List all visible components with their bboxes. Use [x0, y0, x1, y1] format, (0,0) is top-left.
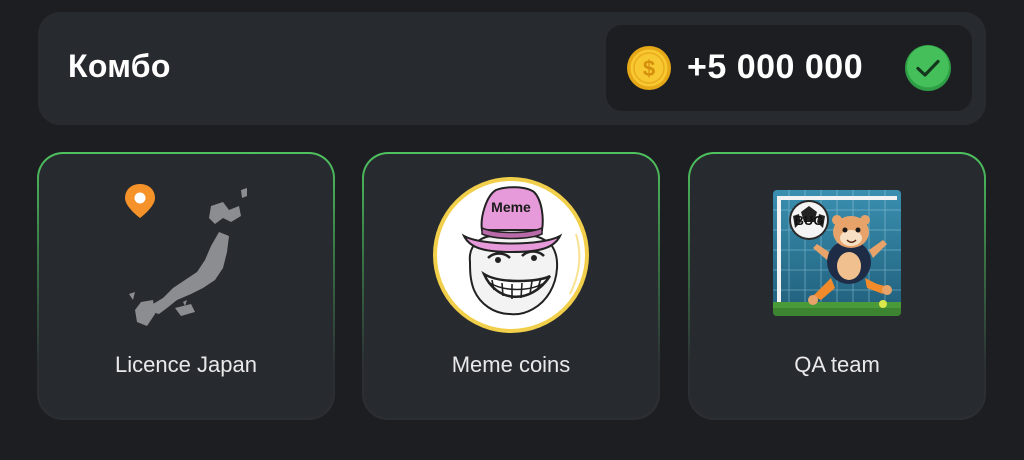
combo-header: Комбо $ +5 000 000 [38, 12, 986, 125]
combo-card-licence-japan[interactable]: Licence Japan [37, 152, 335, 420]
hat-badge-text: Meme [491, 199, 531, 215]
dollar-coin-icon: $ [627, 46, 671, 90]
check-circle-icon [905, 45, 951, 91]
combo-reward: $ +5 000 000 [606, 25, 972, 111]
combo-card-meme-coins[interactable]: Meme Meme coins [362, 152, 660, 420]
combo-title: Комбо [68, 48, 171, 84]
combo-screen: Комбо $ +5 000 000 Licence Japan Meme Me… [0, 0, 1024, 460]
card-label: Meme coins [451, 352, 571, 377]
qa-hamster-icon: BUG [773, 190, 901, 316]
reward-amount: +5 000 000 [687, 48, 864, 86]
combo-card-qa-team[interactable]: BUG QA team [688, 152, 986, 420]
meme-troll-icon: Meme [433, 177, 589, 333]
card-label: QA team [794, 352, 880, 377]
svg-text:$: $ [643, 56, 655, 81]
ball-badge-text: BUG [795, 213, 824, 228]
japan-map-icon [125, 184, 247, 326]
card-label: Licence Japan [115, 352, 257, 377]
